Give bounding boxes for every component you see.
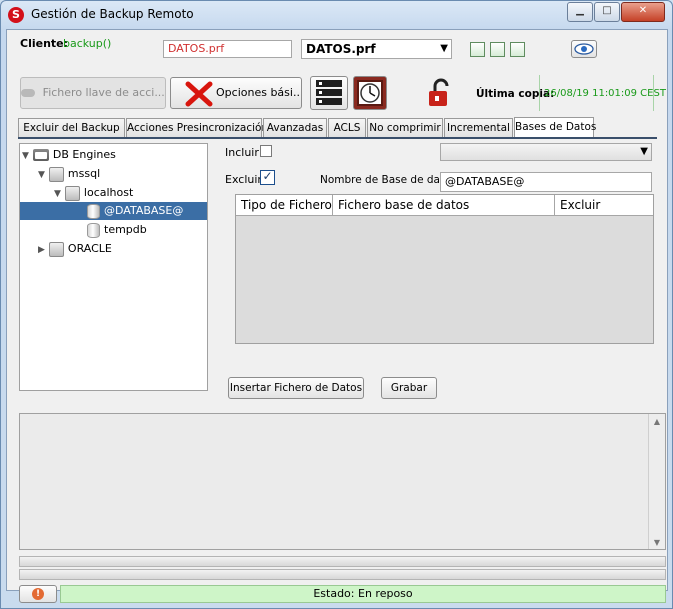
tree-node-database[interactable]: @DATABASE@: [20, 202, 207, 220]
tree-node-localhost[interactable]: ▼ localhost: [54, 184, 133, 202]
tree-node-label: ORACLE: [67, 242, 112, 255]
unlock-icon[interactable]: [426, 78, 456, 108]
minimize-button[interactable]: ▁: [567, 2, 593, 22]
close-button[interactable]: ✕: [621, 2, 665, 22]
chevron-down-icon: ▼: [640, 146, 648, 157]
database-icon: [87, 222, 100, 238]
tree-node-tempdb[interactable]: tempdb: [87, 221, 147, 239]
profile-file-field[interactable]: DATOS.prf: [163, 40, 292, 58]
exclude-label: Excluir: [225, 173, 262, 186]
tab-no-compress[interactable]: No comprimir: [367, 118, 443, 137]
tree-node-label: DB Engines: [52, 148, 116, 161]
tab-exclude-backup[interactable]: Excluir del Backup: [18, 118, 125, 137]
stop-button[interactable]: !: [19, 585, 57, 603]
scroll-up-icon[interactable]: ▲: [649, 417, 665, 426]
tools-icon: [185, 81, 213, 107]
profile-select-value: DATOS.prf: [306, 42, 376, 56]
key-file-button-label: Fichero llave de acci...: [42, 86, 165, 99]
stop-icon: !: [32, 588, 44, 600]
expand-arrow-icon[interactable]: ▶: [38, 245, 45, 255]
column-header-db-file[interactable]: Fichero base de datos: [333, 195, 555, 216]
status-text: Estado: En reposo: [313, 587, 413, 600]
save-button[interactable]: Grabar: [381, 377, 437, 399]
basic-options-button-label: Opciones bási...: [216, 86, 302, 99]
tree-node-label: localhost: [83, 186, 134, 199]
log-area[interactable]: ▲ ▼: [19, 413, 666, 550]
expand-arrow-icon[interactable]: ▼: [54, 189, 61, 199]
progress-bar: [19, 569, 666, 580]
database-icon: [87, 203, 100, 219]
server-node-icon: [64, 185, 80, 201]
tab-presync-actions[interactable]: Acciones Presincronización: [126, 118, 268, 137]
tree-node-mssql[interactable]: ▼ mssql: [38, 165, 100, 183]
separator: [539, 75, 540, 111]
type-dropdown[interactable]: ▼: [440, 143, 652, 161]
tree-node-label: @DATABASE@: [104, 204, 184, 217]
tab-databases[interactable]: Bases de Datos: [514, 117, 596, 137]
basic-options-button[interactable]: Opciones bási...: [170, 77, 302, 109]
expand-arrow-icon[interactable]: ▼: [38, 170, 45, 180]
last-copy-label: Última copia:: [476, 88, 555, 100]
profile-select[interactable]: DATOS.prf ▼: [301, 39, 452, 59]
last-copy-value: 26/08/19 11:01:09 CEST: [544, 88, 666, 99]
clock-icon: [357, 80, 383, 106]
db-name-label: Nombre de Base de datos: [320, 174, 456, 186]
tab-acls[interactable]: ACLS: [328, 118, 366, 137]
progress-bar: [19, 556, 666, 567]
tree-node-label: tempdb: [104, 223, 147, 236]
schedule-button[interactable]: [353, 76, 387, 110]
db-tree[interactable]: ▼ DB Engines ▼ mssql ▼ localhost @DATABASE@…: [19, 143, 208, 391]
title-bar: S Gestión de Backup Remoto ▁ □ ✕: [1, 1, 672, 29]
engine-icon: [48, 166, 64, 182]
key-file-button[interactable]: Fichero llave de acci...: [20, 77, 166, 109]
chevron-down-icon: ▼: [440, 43, 448, 54]
window-title: Gestión de Backup Remoto: [31, 7, 194, 21]
server-icon: [316, 80, 342, 105]
delete-profile-icon[interactable]: [510, 42, 525, 57]
view-button[interactable]: [571, 40, 597, 58]
column-header-file-type[interactable]: Tipo de Fichero: [236, 195, 333, 216]
server-button[interactable]: [310, 76, 348, 110]
new-profile-icon[interactable]: [470, 42, 485, 57]
vertical-scrollbar[interactable]: ▲ ▼: [648, 414, 665, 549]
tab-incremental[interactable]: Incremental: [444, 118, 513, 137]
data-files-table[interactable]: Tipo de Fichero Fichero base de datos Ex…: [235, 194, 654, 344]
app-logo-icon: S: [8, 7, 24, 23]
status-bar: Estado: En reposo: [60, 585, 666, 603]
column-header-exclude[interactable]: Excluir: [555, 195, 653, 216]
tab-underline: [18, 137, 657, 139]
engine-icon: [48, 241, 64, 257]
include-checkbox[interactable]: [260, 145, 272, 157]
key-icon: [21, 89, 36, 97]
tree-node-db-engines[interactable]: ▼ DB Engines: [22, 146, 116, 164]
expand-arrow-icon[interactable]: ▼: [22, 151, 29, 161]
maximize-button[interactable]: □: [594, 2, 620, 22]
folder-icon: [32, 149, 49, 161]
tree-node-oracle[interactable]: ▶ ORACLE: [38, 240, 112, 258]
db-name-input[interactable]: @DATABASE@: [440, 172, 652, 192]
tree-node-label: mssql: [67, 167, 101, 180]
insert-data-file-button[interactable]: Insertar Fichero de Datos: [228, 377, 364, 399]
include-label: Incluir: [225, 146, 259, 159]
eye-icon: [574, 43, 594, 55]
client-value: backup(): [63, 37, 112, 50]
exclude-checkbox[interactable]: ✓: [260, 170, 275, 185]
tab-advanced[interactable]: Avanzadas: [263, 118, 327, 137]
separator: [653, 75, 654, 111]
scroll-down-icon[interactable]: ▼: [649, 538, 665, 547]
client-label: Cliente:: [20, 37, 69, 50]
add-profile-icon[interactable]: [490, 42, 505, 57]
